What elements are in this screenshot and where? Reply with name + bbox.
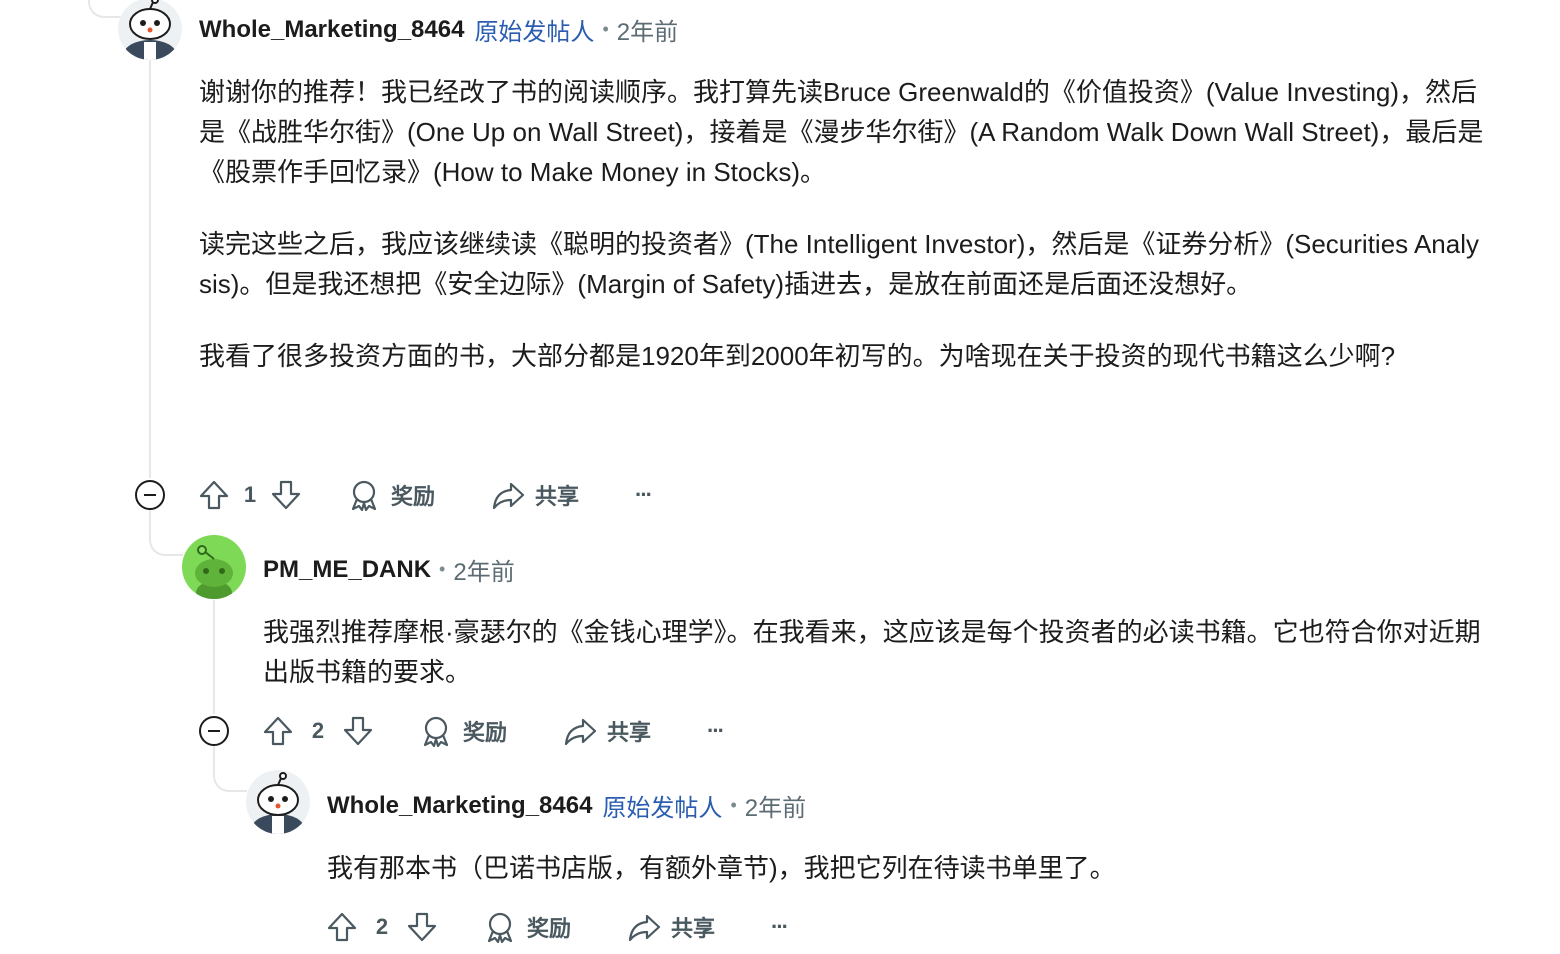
award-button[interactable]: 奖励 bbox=[419, 714, 507, 748]
more-options-button[interactable]: ··· bbox=[635, 482, 653, 508]
avatar[interactable] bbox=[246, 770, 310, 834]
collapse-icon bbox=[208, 730, 220, 732]
award-label: 奖励 bbox=[391, 484, 436, 509]
separator-dot: • bbox=[602, 19, 609, 39]
comment-paragraph: 我有那本书（巴诺书店版，有额外章节)，我把它列在待读书单里了。 bbox=[327, 853, 1116, 883]
share-button[interactable]: 共享 bbox=[491, 478, 579, 512]
author-name[interactable]: Whole_Marketing_8464 bbox=[327, 792, 592, 820]
award-label: 奖励 bbox=[463, 720, 508, 745]
downvote-icon[interactable] bbox=[269, 478, 303, 512]
comment-paragraph: 读完这些之后，我应该继续读《聪明的投资者》(The Intelligent In… bbox=[199, 229, 1479, 299]
award-button[interactable]: 奖励 bbox=[483, 910, 571, 944]
avatar[interactable] bbox=[182, 535, 246, 599]
comment-actions: 2 奖励 共享 ··· bbox=[261, 711, 725, 751]
upvote-icon[interactable] bbox=[261, 714, 295, 748]
comment-body: 我有那本书（巴诺书店版，有额外章节)，我把它列在待读书单里了。 bbox=[327, 848, 1507, 888]
share-button[interactable]: 共享 bbox=[627, 910, 715, 944]
comment-body: 我强烈推荐摩根·豪瑟尔的《金钱心理学》。在我看来，这应该是每个投资者的必读书籍。… bbox=[263, 612, 1503, 692]
upvote-icon[interactable] bbox=[325, 910, 359, 944]
author-name[interactable]: PM_ME_DANK bbox=[263, 556, 431, 584]
separator-dot: • bbox=[439, 559, 446, 579]
share-label: 共享 bbox=[607, 720, 652, 745]
vote-count: 2 bbox=[311, 718, 325, 743]
snoo-avatar-icon bbox=[195, 545, 233, 599]
collapse-icon bbox=[144, 494, 156, 496]
more-options-button[interactable]: ··· bbox=[707, 718, 725, 744]
avatar[interactable] bbox=[118, 0, 182, 60]
thread-curve-reply2 bbox=[213, 746, 247, 792]
comment-actions: 2 奖励 共享 ··· bbox=[325, 907, 789, 947]
comment-body: 谢谢你的推荐！我已经改了书的阅读顺序。我打算先读Bruce Greenwald的… bbox=[199, 72, 1489, 376]
share-icon bbox=[491, 478, 525, 512]
thread-line-level1 bbox=[149, 60, 151, 478]
collapse-button[interactable] bbox=[135, 480, 165, 510]
share-icon bbox=[627, 910, 661, 944]
timestamp[interactable]: 2年前 bbox=[745, 788, 806, 823]
author-name[interactable]: Whole_Marketing_8464 bbox=[199, 16, 464, 44]
separator-dot: • bbox=[730, 795, 737, 815]
more-options-button[interactable]: ··· bbox=[771, 914, 789, 940]
comment-meta: Whole_Marketing_8464 原始发帖人 • 2年前 bbox=[199, 12, 678, 47]
upvote-icon[interactable] bbox=[197, 478, 231, 512]
vote-count: 1 bbox=[243, 482, 257, 507]
comment-meta: Whole_Marketing_8464 原始发帖人 • 2年前 bbox=[327, 788, 806, 823]
comment-actions: 1 奖励 共享 ··· bbox=[197, 475, 653, 515]
comment-paragraph: 谢谢你的推荐！我已经改了书的阅读顺序。我打算先读Bruce Greenwald的… bbox=[199, 77, 1484, 187]
snoo-avatar-icon bbox=[252, 772, 304, 834]
timestamp[interactable]: 2年前 bbox=[617, 12, 678, 47]
collapse-button[interactable] bbox=[199, 716, 229, 746]
share-label: 共享 bbox=[671, 916, 716, 941]
award-icon bbox=[483, 910, 517, 944]
thread-curve-top bbox=[88, 0, 122, 18]
share-label: 共享 bbox=[535, 484, 580, 509]
thread-line-level2 bbox=[213, 600, 215, 714]
share-icon bbox=[563, 714, 597, 748]
award-label: 奖励 bbox=[527, 916, 572, 941]
award-button[interactable]: 奖励 bbox=[347, 478, 435, 512]
thread-curve-reply1 bbox=[149, 510, 183, 556]
comment-paragraph: 我看了很多投资方面的书，大部分都是1920年到2000年初写的。为啥现在关于投资… bbox=[199, 341, 1396, 371]
comment-paragraph: 我强烈推荐摩根·豪瑟尔的《金钱心理学》。在我看来，这应该是每个投资者的必读书籍。… bbox=[263, 617, 1481, 687]
timestamp[interactable]: 2年前 bbox=[453, 552, 514, 587]
share-button[interactable]: 共享 bbox=[563, 714, 651, 748]
downvote-icon[interactable] bbox=[405, 910, 439, 944]
snoo-avatar-icon bbox=[124, 0, 176, 60]
comment-meta: PM_ME_DANK • 2年前 bbox=[263, 552, 515, 587]
downvote-icon[interactable] bbox=[341, 714, 375, 748]
award-icon bbox=[347, 478, 381, 512]
op-badge: 原始发帖人 bbox=[602, 795, 723, 822]
vote-count: 2 bbox=[375, 914, 389, 939]
op-badge: 原始发帖人 bbox=[474, 19, 595, 46]
award-icon bbox=[419, 714, 453, 748]
